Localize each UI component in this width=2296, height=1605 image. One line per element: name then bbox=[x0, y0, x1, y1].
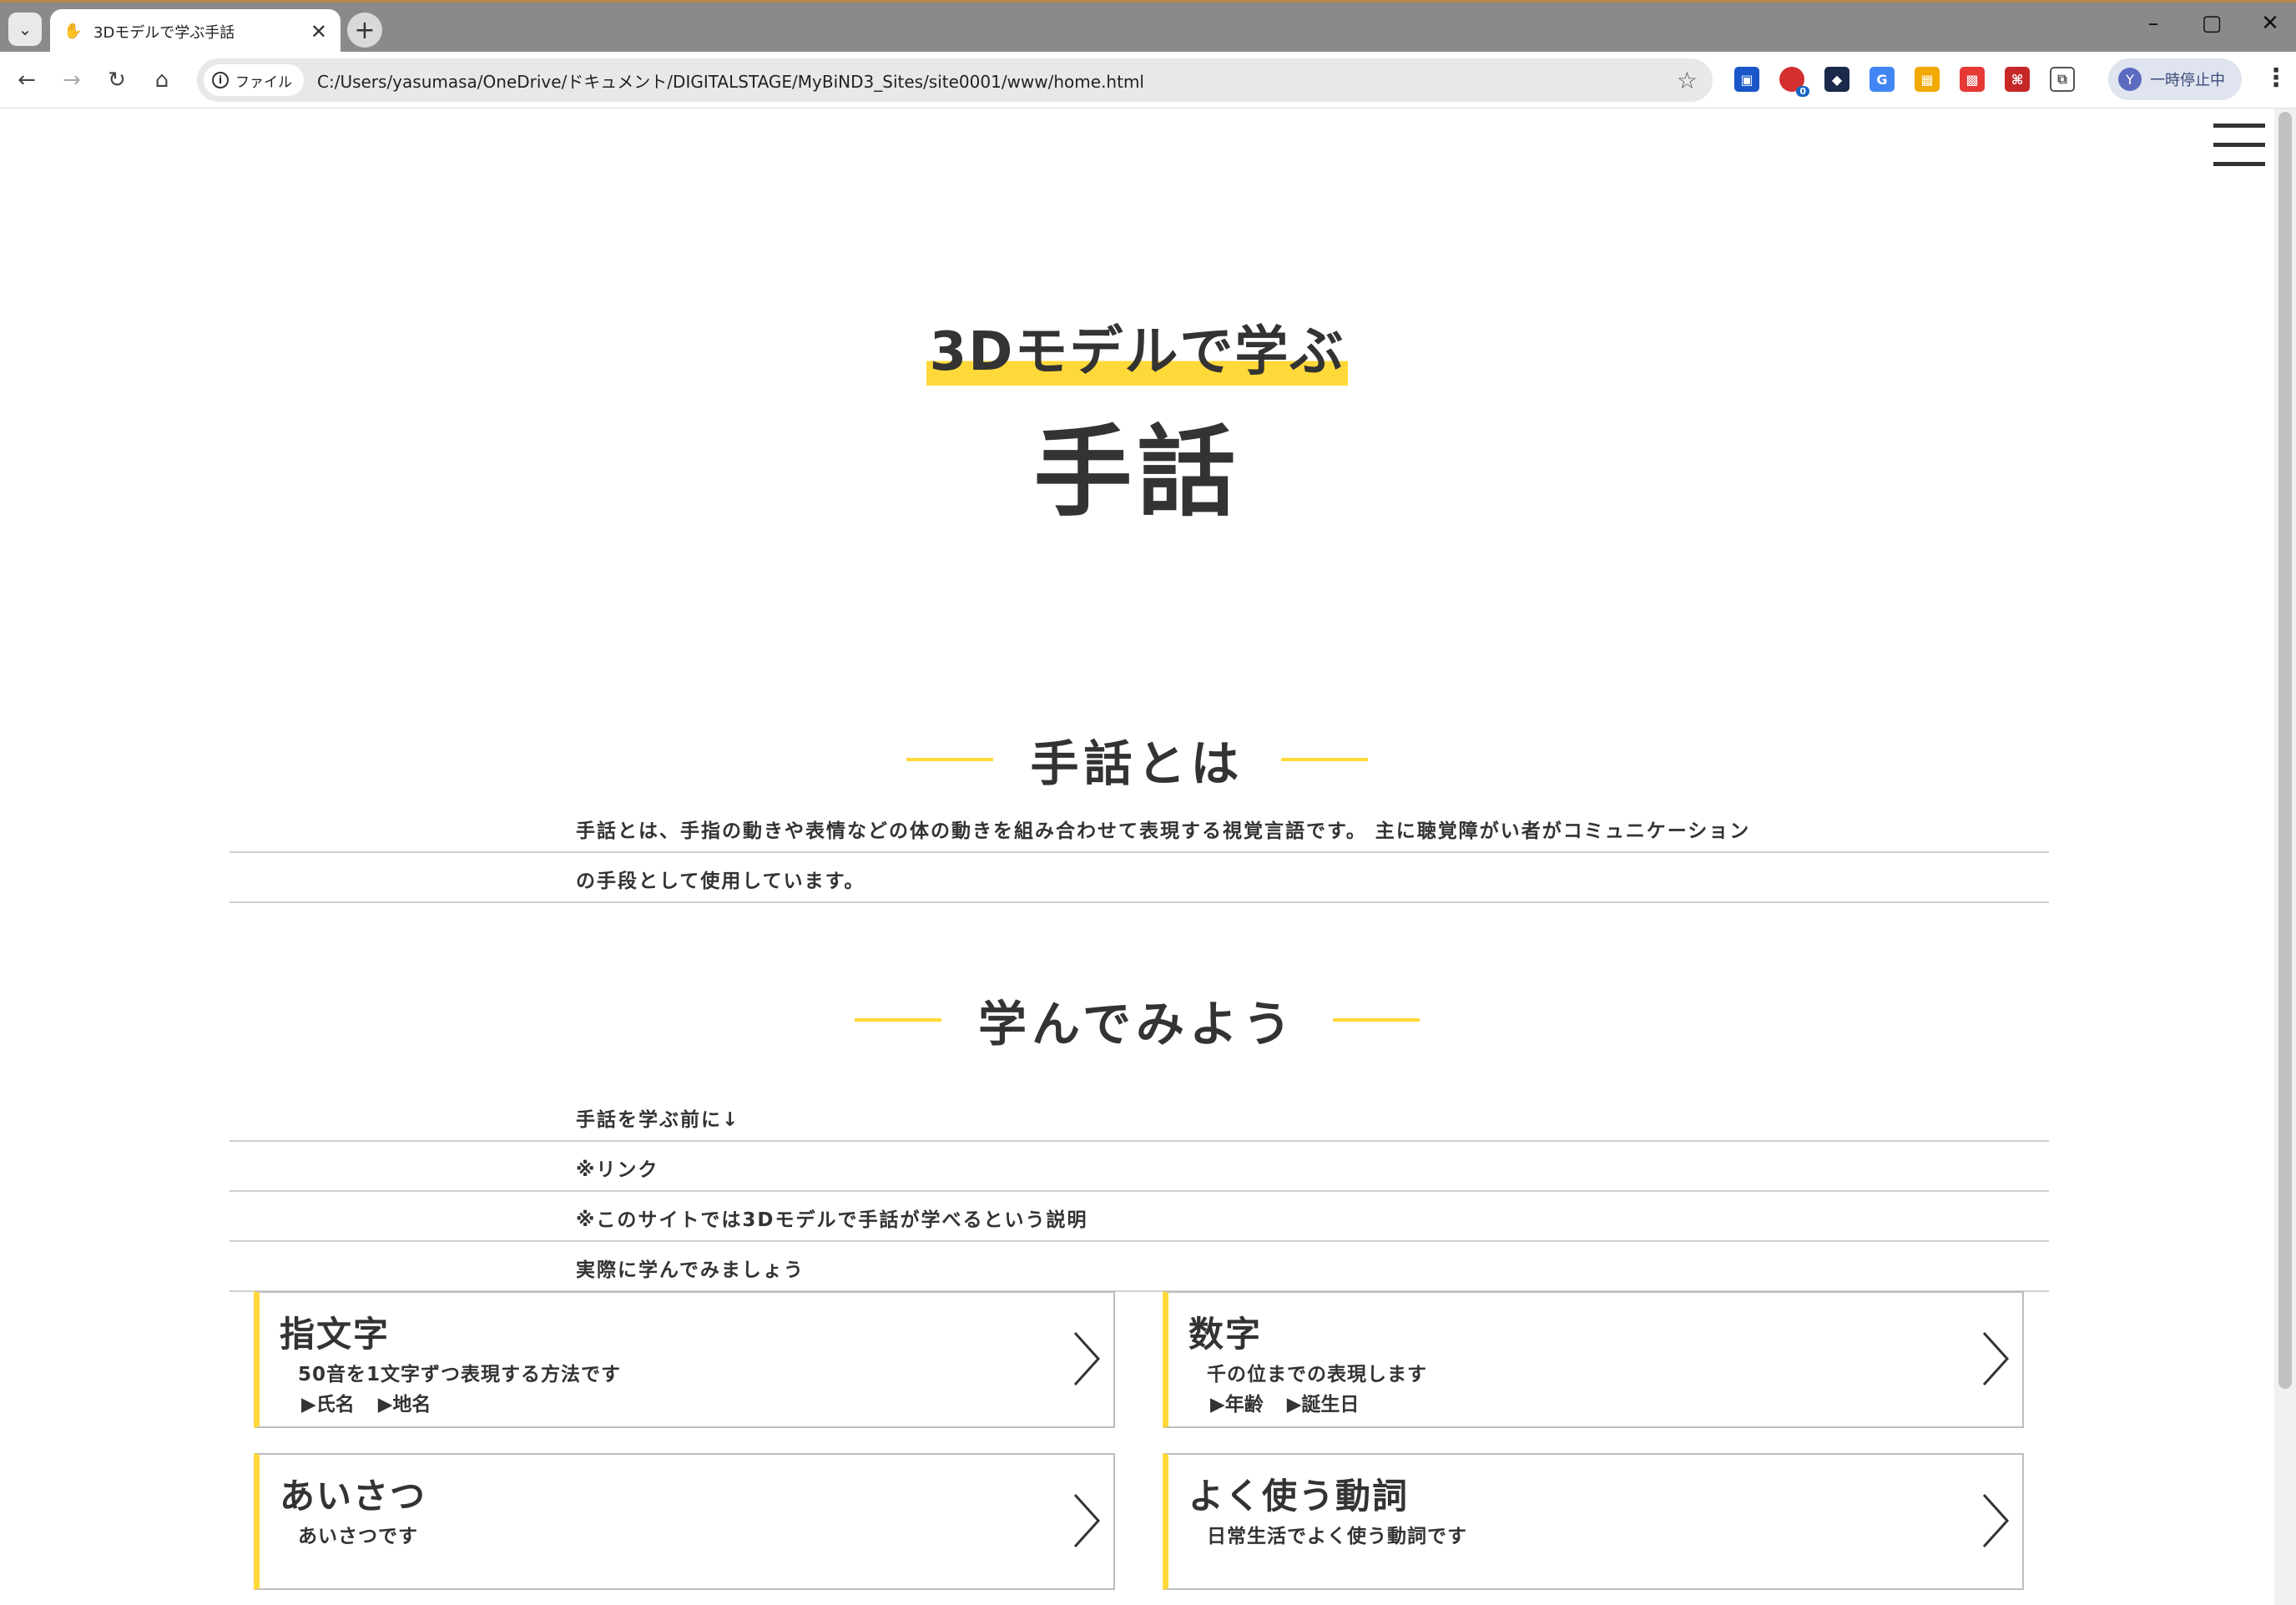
about-heading: 手話とは bbox=[0, 724, 2274, 795]
learn-line-2[interactable]: ※リンク bbox=[230, 1142, 2049, 1192]
card-description: 日常生活でよく使う動詞です bbox=[1207, 1526, 1467, 1547]
card-description: 千の位までの表現します bbox=[1207, 1364, 1427, 1385]
extension-translate-icon[interactable]: G bbox=[1870, 67, 1895, 92]
maximize-icon[interactable]: ▢ bbox=[2195, 11, 2228, 36]
page-scrollbar[interactable] bbox=[2274, 109, 2296, 1605]
new-tab-button[interactable]: + bbox=[347, 13, 382, 48]
extension-badge-count: 0 bbox=[1796, 86, 1809, 97]
chevron-right-icon[interactable] bbox=[1070, 1491, 1103, 1550]
card-link-age[interactable]: ▶年齢 bbox=[1210, 1394, 1264, 1416]
about-line-2: の手段として使用しています。 bbox=[230, 853, 2049, 903]
about-text-1: 手話とは、手指の動きや表情などの体の動きを組み合わせて表現する視覚言語です。 主… bbox=[576, 820, 1751, 842]
extension-colorful-icon[interactable]: ▦ bbox=[1915, 67, 1940, 92]
reload-icon[interactable]: ↻ bbox=[100, 63, 134, 97]
avatar: Y bbox=[2118, 68, 2142, 91]
site-info-label: ファイル bbox=[235, 73, 292, 91]
card-link-birthday[interactable]: ▶誕生日 bbox=[1287, 1394, 1360, 1416]
card-title: 指文字 bbox=[280, 1314, 391, 1355]
page-viewport: 3Dモデルで学ぶ 手話 手話とは 手話とは、手指の動きや表情などの体の動きを組み… bbox=[0, 109, 2274, 1605]
forward-icon[interactable]: → bbox=[55, 63, 88, 97]
hero-subtitle: 3Dモデルで学ぶ bbox=[926, 309, 1349, 386]
browser-toolbar: ← → ↻ ⌂ i ファイル C:/Users/yasumasa/OneDriv… bbox=[0, 52, 2296, 109]
learn-link-text[interactable]: ※リンク bbox=[576, 1153, 659, 1182]
bookmark-star-icon[interactable]: ☆ bbox=[1677, 67, 1698, 94]
card-link-place[interactable]: ▶地名 bbox=[378, 1394, 431, 1416]
heading-rule-right bbox=[1280, 758, 1368, 761]
card-links: ▶年齢 ▶誕生日 bbox=[1210, 1388, 1382, 1416]
extension-pdf-icon[interactable]: ⌘ bbox=[2005, 67, 2030, 92]
learn-heading: 学んでみよう bbox=[0, 985, 2274, 1055]
extension-grid-icon[interactable]: ▩ bbox=[1960, 67, 1985, 92]
about-text-2: の手段として使用しています。 bbox=[576, 871, 865, 892]
chevron-right-icon[interactable] bbox=[1070, 1330, 1103, 1388]
profile-button[interactable]: Y 一時停止中 bbox=[2108, 58, 2242, 100]
profile-status-label: 一時停止中 bbox=[2150, 72, 2225, 89]
extensions-puzzle-icon[interactable]: ⧉ bbox=[2050, 67, 2075, 92]
tab-strip: ⌄ ✋ 3Dモデルで学ぶ手話 ✕ + – ▢ ✕ bbox=[0, 0, 2296, 54]
learn-text-3: ※このサイトでは3Dモデルで手話が学べるという説明 bbox=[576, 1209, 1088, 1231]
home-icon[interactable]: ⌂ bbox=[145, 63, 179, 97]
hand-favicon-icon: ✋ bbox=[63, 23, 83, 40]
close-window-icon[interactable]: ✕ bbox=[2253, 11, 2287, 36]
card-numbers[interactable]: 数字 千の位までの表現します ▶年齢 ▶誕生日 bbox=[1163, 1291, 2024, 1428]
learn-text-1: 手話を学ぶ前に↓ bbox=[576, 1109, 740, 1131]
card-description: 50音を1文字ずつ表現する方法です bbox=[298, 1364, 622, 1385]
tab-search-button[interactable]: ⌄ bbox=[8, 13, 42, 46]
heading-rule-right bbox=[1333, 1018, 1420, 1022]
minimize-icon[interactable]: – bbox=[2137, 11, 2170, 36]
card-common-verbs[interactable]: よく使う動詞 日常生活でよく使う動詞です bbox=[1163, 1453, 2024, 1590]
card-fingerspelling[interactable]: 指文字 50音を1文字ずつ表現する方法です ▶氏名 ▶地名 bbox=[254, 1291, 1115, 1428]
heading-rule-left bbox=[906, 758, 994, 761]
back-icon[interactable]: ← bbox=[10, 63, 43, 97]
chevron-right-icon[interactable] bbox=[1979, 1330, 2012, 1388]
active-tab[interactable]: ✋ 3Dモデルで学ぶ手話 ✕ bbox=[50, 9, 341, 54]
chevron-right-icon[interactable] bbox=[1979, 1491, 2012, 1550]
site-info-chip[interactable]: i ファイル bbox=[204, 64, 304, 96]
heading-rule-left bbox=[854, 1018, 941, 1022]
url-text[interactable]: C:/Users/yasumasa/OneDrive/ドキュメント/DIGITA… bbox=[317, 68, 1677, 93]
close-tab-icon[interactable]: ✕ bbox=[310, 20, 327, 43]
scrollbar-thumb[interactable] bbox=[2278, 112, 2292, 1389]
about-line-1: 手話とは、手指の動きや表情などの体の動きを組み合わせて表現する視覚言語です。 主… bbox=[230, 803, 2049, 853]
learn-text-4: 実際に学んでみましょう bbox=[576, 1259, 805, 1281]
hero-title: 手話 bbox=[1033, 415, 1241, 530]
card-title: あいさつ bbox=[280, 1476, 427, 1517]
learn-heading-text: 学んでみよう bbox=[977, 996, 1297, 1052]
tab-title: 3Dモデルで学ぶ手話 bbox=[93, 24, 235, 42]
card-description: あいさつです bbox=[298, 1526, 418, 1547]
extension-hex-icon[interactable]: ◆ bbox=[1824, 67, 1849, 92]
card-link-name[interactable]: ▶氏名 bbox=[301, 1394, 355, 1416]
card-greetings[interactable]: あいさつ あいさつです bbox=[254, 1453, 1115, 1590]
address-bar[interactable]: i ファイル C:/Users/yasumasa/OneDrive/ドキュメント… bbox=[197, 58, 1713, 102]
card-links: ▶氏名 ▶地名 bbox=[301, 1388, 454, 1416]
learn-line-4: 実際に学んでみましょう bbox=[230, 1242, 2049, 1292]
browser-menu-icon[interactable]: ⋮ bbox=[2263, 63, 2288, 93]
info-icon: i bbox=[212, 72, 229, 88]
hamburger-menu-icon[interactable] bbox=[2213, 124, 2265, 167]
extension-bitwarden-icon[interactable]: ▣ bbox=[1734, 67, 1759, 92]
hero-subtitle-wrap: 3Dモデルで学ぶ bbox=[0, 309, 2274, 386]
card-title: 数字 bbox=[1188, 1314, 1263, 1355]
about-heading-text: 手話とは bbox=[1030, 735, 1244, 792]
learn-line-3: ※このサイトでは3Dモデルで手話が学べるという説明 bbox=[230, 1192, 2049, 1242]
learn-line-1: 手話を学ぶ前に↓ bbox=[230, 1092, 2049, 1142]
extension-badge-icon[interactable]: 0 bbox=[1779, 67, 1809, 97]
card-title: よく使う動詞 bbox=[1188, 1476, 1410, 1517]
